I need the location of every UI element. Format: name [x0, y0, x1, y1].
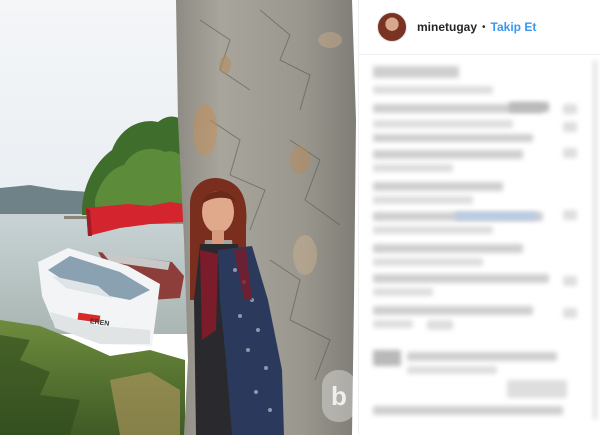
blurred-comment — [373, 150, 523, 159]
separator-dot: • — [482, 21, 486, 33]
blurred-comment — [373, 320, 413, 328]
blurred-comment — [373, 182, 503, 191]
blurred-comment — [373, 164, 453, 172]
post-sidebar: minetugay • Takip Et — [358, 0, 600, 435]
blurred-comment — [563, 308, 577, 318]
blurred-comment — [427, 320, 453, 330]
blurred-comment — [509, 102, 549, 112]
blurred-comment — [507, 380, 567, 398]
blurred-comment — [373, 350, 401, 366]
blurred-comment — [373, 274, 549, 283]
scrollbar[interactable] — [593, 60, 599, 420]
follow-button[interactable]: Takip Et — [491, 20, 537, 34]
blurred-comment — [373, 196, 473, 204]
photo-scene: EREN — [0, 0, 356, 435]
blurred-comment — [373, 306, 533, 315]
blurred-comment — [563, 122, 577, 132]
blurred-comment — [373, 406, 563, 415]
blurred-comment — [373, 134, 533, 142]
blurred-comment — [373, 66, 459, 78]
post-photo[interactable]: EREN b — [0, 0, 358, 435]
watermark-logo: b — [322, 370, 356, 422]
blurred-comment — [373, 86, 493, 94]
username[interactable]: minetugay — [417, 20, 477, 34]
post-header: minetugay • Takip Et — [359, 0, 600, 55]
blurred-comment — [373, 120, 513, 128]
blurred-comment — [563, 148, 577, 158]
blurred-comment — [563, 210, 577, 220]
blurred-comment — [373, 244, 523, 253]
blurred-comment — [563, 276, 577, 286]
blurred-comment — [407, 366, 497, 374]
blurred-comment — [373, 226, 493, 234]
blurred-comment — [373, 258, 483, 266]
blurred-comment — [373, 288, 433, 296]
blurred-comment — [407, 352, 557, 361]
comments-list — [359, 54, 600, 435]
blurred-comment — [455, 212, 537, 220]
blurred-comment — [563, 104, 577, 114]
avatar[interactable] — [377, 12, 407, 42]
